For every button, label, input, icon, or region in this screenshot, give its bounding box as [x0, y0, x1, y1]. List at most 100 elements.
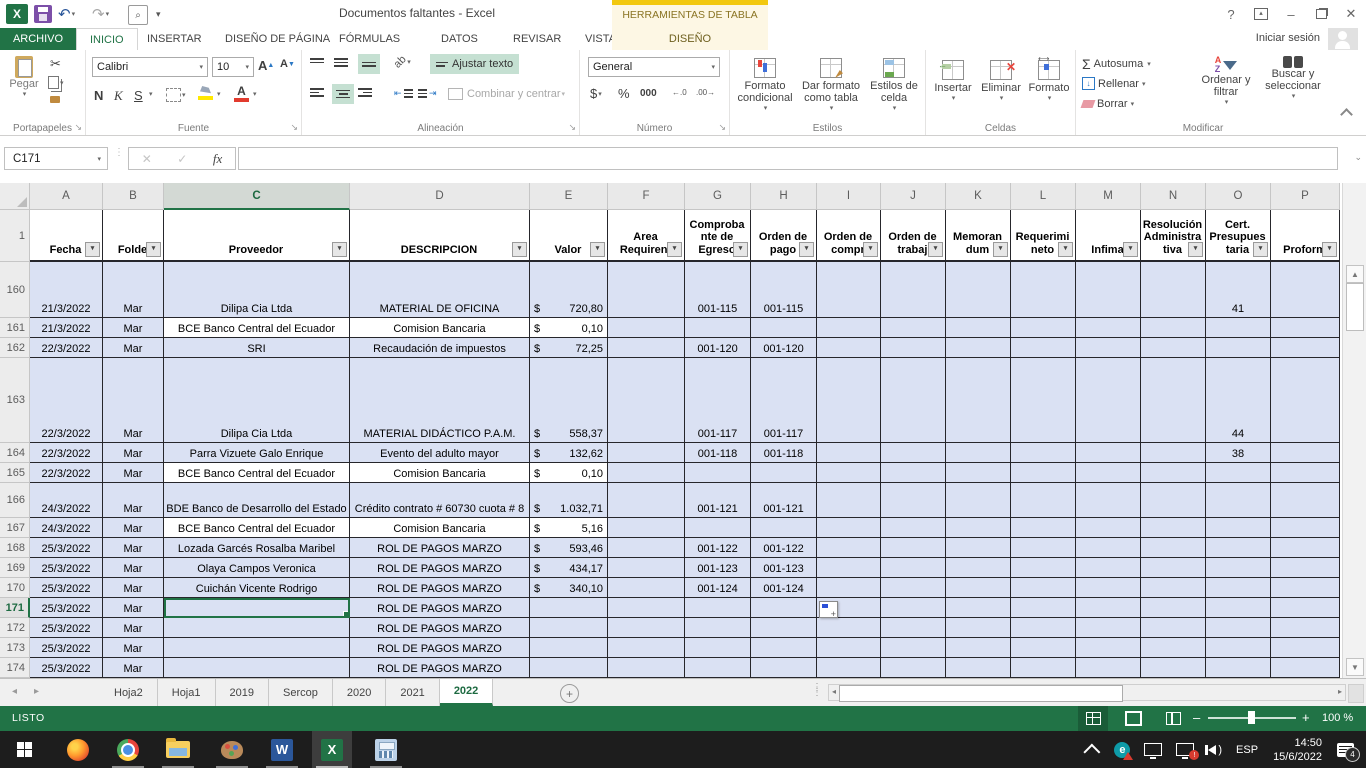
cell-H172[interactable]	[751, 618, 817, 638]
cell-N163[interactable]	[1141, 358, 1206, 443]
cell-styles-button[interactable]: Estilos de celda▾	[864, 56, 924, 112]
cell-C171[interactable]	[164, 598, 350, 618]
cell-J165[interactable]	[881, 463, 946, 483]
cell-N172[interactable]	[1141, 618, 1206, 638]
cell-P171[interactable]	[1271, 598, 1340, 618]
currency-format-icon[interactable]: $▾	[590, 86, 602, 101]
cell-N169[interactable]	[1141, 558, 1206, 578]
cancel-icon[interactable]: ✕	[142, 152, 152, 166]
tab-fórmulas[interactable]: FÓRMULAS	[326, 28, 413, 50]
cell-M160[interactable]	[1076, 262, 1141, 318]
cell-I163[interactable]	[817, 358, 881, 443]
cell-E162[interactable]: $72,25	[530, 338, 608, 358]
formula-input[interactable]	[238, 147, 1338, 170]
ribbon-display-options-button[interactable]: ▴	[1246, 0, 1276, 28]
cell-C164[interactable]: Parra Vizuete Galo Enrique	[164, 443, 350, 463]
align-left-icon[interactable]	[310, 88, 324, 97]
cell-F168[interactable]	[608, 538, 685, 558]
cell-F170[interactable]	[608, 578, 685, 598]
cell-I174[interactable]	[817, 658, 881, 678]
merge-center-button[interactable]: Combinar y centrar ▾	[444, 84, 569, 104]
cell-E167[interactable]: $5,16	[530, 518, 608, 538]
cell-H170[interactable]: 001-124	[751, 578, 817, 598]
cell-A162[interactable]: 22/3/2022	[30, 338, 103, 358]
cell-A172[interactable]: 25/3/2022	[30, 618, 103, 638]
cell-F171[interactable]	[608, 598, 685, 618]
col-header-B[interactable]: B	[103, 183, 164, 210]
cell-P168[interactable]	[1271, 538, 1340, 558]
row-header-170[interactable]: 170	[0, 578, 30, 598]
cell-D167[interactable]: Comision Bancaria	[350, 518, 530, 538]
cell-J171[interactable]	[881, 598, 946, 618]
filter-button-K[interactable]: ▾	[993, 242, 1008, 257]
cell-D162[interactable]: Recaudación de impuestos	[350, 338, 530, 358]
filter-button-P[interactable]: ▾	[1322, 242, 1337, 257]
cell-L169[interactable]	[1011, 558, 1076, 578]
cell-C172[interactable]	[164, 618, 350, 638]
cell-G174[interactable]	[685, 658, 751, 678]
namebox-grip[interactable]: ⋮	[114, 150, 124, 155]
cell-G172[interactable]	[685, 618, 751, 638]
normal-view-button[interactable]	[1078, 706, 1108, 731]
cell-P165[interactable]	[1271, 463, 1340, 483]
col-header-G[interactable]: G	[685, 183, 751, 210]
italic-button[interactable]: K	[114, 88, 123, 104]
cell-C161[interactable]: BCE Banco Central del Ecuador	[164, 318, 350, 338]
cell-A166[interactable]: 24/3/2022	[30, 483, 103, 518]
cell-J170[interactable]	[881, 578, 946, 598]
percent-format-icon[interactable]: %	[618, 86, 630, 101]
taskbar-paint[interactable]	[212, 731, 252, 768]
cell-O168[interactable]	[1206, 538, 1271, 558]
cell-B164[interactable]: Mar	[103, 443, 164, 463]
cell-G166[interactable]: 001-121	[685, 483, 751, 518]
cell-F173[interactable]	[608, 638, 685, 658]
cell-D172[interactable]: ROL DE PAGOS MARZO	[350, 618, 530, 638]
font-name-combo[interactable]: Calibri▾	[92, 57, 208, 77]
col-header-H[interactable]: H	[751, 183, 817, 210]
align-top-icon[interactable]	[310, 58, 324, 63]
accept-icon[interactable]: ✓	[177, 152, 187, 166]
cell-A174[interactable]: 25/3/2022	[30, 658, 103, 678]
scroll-left-icon[interactable]: ◂	[832, 687, 836, 696]
cell-P160[interactable]	[1271, 262, 1340, 318]
cell-L172[interactable]	[1011, 618, 1076, 638]
cell-J163[interactable]	[881, 358, 946, 443]
cell-H168[interactable]: 001-122	[751, 538, 817, 558]
cell-M174[interactable]	[1076, 658, 1141, 678]
cell-M161[interactable]	[1076, 318, 1141, 338]
cell-B163[interactable]: Mar	[103, 358, 164, 443]
grow-font-button[interactable]: A▲	[258, 58, 274, 73]
cell-E165[interactable]: $0,10	[530, 463, 608, 483]
cell-H171[interactable]	[751, 598, 817, 618]
cell-G165[interactable]	[685, 463, 751, 483]
cell-D168[interactable]: ROL DE PAGOS MARZO	[350, 538, 530, 558]
cell-A173[interactable]: 25/3/2022	[30, 638, 103, 658]
cell-J169[interactable]	[881, 558, 946, 578]
cell-D163[interactable]: MATERIAL DIDÁCTICO P.A.M.	[350, 358, 530, 443]
cell-F167[interactable]	[608, 518, 685, 538]
page-break-view-button[interactable]	[1158, 706, 1188, 731]
cell-P163[interactable]	[1271, 358, 1340, 443]
tab-diseno-contextual[interactable]: DISEÑO	[612, 28, 768, 50]
cell-F163[interactable]	[608, 358, 685, 443]
cell-N171[interactable]	[1141, 598, 1206, 618]
new-sheet-button[interactable]: +	[560, 684, 579, 703]
help-button[interactable]: ?	[1216, 0, 1246, 28]
cell-A170[interactable]: 25/3/2022	[30, 578, 103, 598]
cell-H161[interactable]	[751, 318, 817, 338]
cell-D169[interactable]: ROL DE PAGOS MARZO	[350, 558, 530, 578]
cell-B170[interactable]: Mar	[103, 578, 164, 598]
cell-L163[interactable]	[1011, 358, 1076, 443]
cell-M166[interactable]	[1076, 483, 1141, 518]
cell-B174[interactable]: Mar	[103, 658, 164, 678]
cell-I164[interactable]	[817, 443, 881, 463]
cell-P164[interactable]	[1271, 443, 1340, 463]
cell-H166[interactable]: 001-121	[751, 483, 817, 518]
cell-D164[interactable]: Evento del adulto mayor	[350, 443, 530, 463]
cell-O174[interactable]	[1206, 658, 1271, 678]
format-as-table-button[interactable]: Dar formato como tabla▾	[798, 56, 864, 112]
cell-P167[interactable]	[1271, 518, 1340, 538]
cell-F172[interactable]	[608, 618, 685, 638]
sign-in-link[interactable]: Iniciar sesión	[1256, 32, 1320, 44]
zoom-out-button[interactable]: –	[1193, 710, 1200, 725]
